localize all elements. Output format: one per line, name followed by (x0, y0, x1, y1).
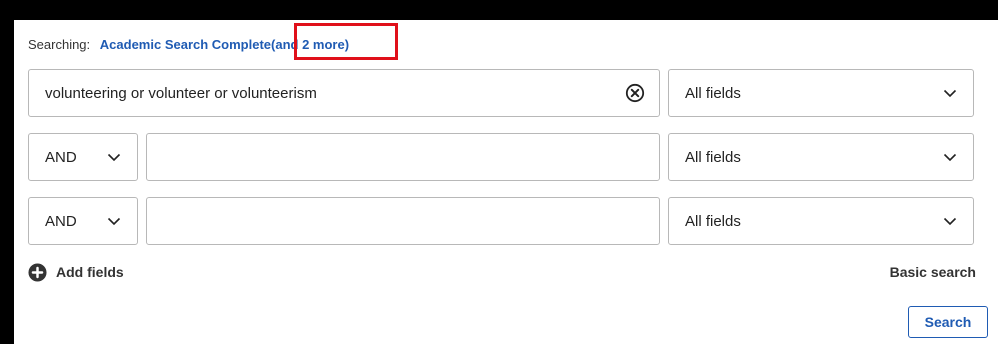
add-fields-button[interactable]: Add fields (28, 262, 124, 282)
field-select-1[interactable]: All fields (668, 69, 974, 117)
search-term-input-3[interactable] (147, 198, 659, 244)
plus-circle-icon (28, 262, 47, 282)
chevron-down-icon (107, 217, 121, 226)
search-term-box-2 (146, 133, 660, 181)
chevron-down-icon (107, 153, 121, 162)
chevron-down-icon (943, 153, 957, 162)
search-term-input-1[interactable] (29, 70, 659, 116)
more-databases-link[interactable]: (and 2 more) (271, 37, 349, 52)
operator-select-3[interactable]: AND (28, 197, 138, 245)
add-fields-label: Add fields (56, 264, 124, 280)
field-select-3[interactable]: All fields (668, 197, 974, 245)
field-select-label-1: All fields (685, 84, 741, 102)
clear-icon[interactable] (625, 83, 645, 103)
advanced-search-panel: Searching: Academic Search Complete(and … (14, 20, 998, 344)
database-link[interactable]: Academic Search Complete (100, 37, 271, 52)
search-term-box-3 (146, 197, 660, 245)
field-select-label-2: All fields (685, 148, 741, 166)
search-button[interactable]: Search (908, 306, 988, 338)
chevron-down-icon (943, 217, 957, 226)
search-term-input-2[interactable] (147, 134, 659, 180)
searching-label: Searching: (28, 37, 91, 52)
operator-label-3: AND (45, 212, 77, 230)
search-term-box-1 (28, 69, 660, 117)
operator-select-2[interactable]: AND (28, 133, 138, 181)
basic-search-link[interactable]: Basic search (890, 262, 976, 282)
searching-databases: Searching: Academic Search Complete(and … (28, 35, 349, 55)
field-select-2[interactable]: All fields (668, 133, 974, 181)
operator-label-2: AND (45, 148, 77, 166)
field-select-label-3: All fields (685, 212, 741, 230)
chevron-down-icon (943, 89, 957, 98)
